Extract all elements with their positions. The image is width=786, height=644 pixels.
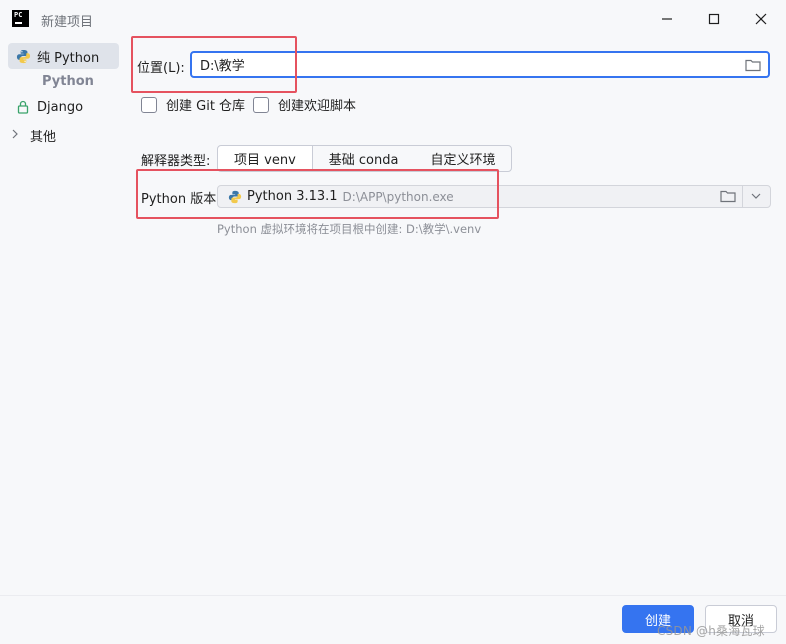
browse-folder-icon[interactable] <box>720 189 736 207</box>
sidebar-group-label: Python <box>42 74 94 89</box>
sidebar-item-pure-python[interactable]: 纯 Python <box>8 43 119 69</box>
minimize-icon <box>662 18 672 20</box>
maximize-icon <box>708 13 720 25</box>
pycharm-logo-icon: PC <box>12 10 29 27</box>
location-input[interactable] <box>200 57 730 72</box>
close-icon <box>755 13 767 25</box>
sidebar-item-label: 纯 Python <box>37 50 100 66</box>
maximize-button[interactable] <box>701 6 727 32</box>
python-version-label: Python 版本: <box>141 192 221 207</box>
chevron-down-icon[interactable] <box>750 190 762 206</box>
sidebar-item-label: Django <box>37 99 84 115</box>
checkbox-box[interactable] <box>253 96 269 113</box>
field-divider <box>742 186 743 207</box>
main-panel: 位置(L): 创建 Git 仓库 创建欢迎脚本 解释器类型: 项目 venv 基… <box>127 38 786 595</box>
sidebar-item-other[interactable]: 其他 <box>8 126 56 145</box>
project-type-sidebar: 纯 Python Python Django 其他 <box>0 38 127 595</box>
python-version-value: Python 3.13.1 <box>247 189 338 204</box>
location-label: 位置(L): <box>137 61 185 76</box>
csdn-watermark: CSDN @h桑海瓦球 <box>657 624 765 638</box>
create-git-repo-checkbox[interactable]: 创建 Git 仓库 <box>141 95 245 114</box>
python-icon <box>15 48 31 64</box>
sidebar-item-django[interactable]: Django <box>8 94 119 120</box>
window-title: 新建项目 <box>41 15 94 30</box>
checkbox-label: 创建欢迎脚本 <box>278 99 357 114</box>
interpreter-type-tabs: 项目 venv 基础 conda 自定义环境 <box>217 145 513 172</box>
checkbox-label: 创建 Git 仓库 <box>166 99 246 114</box>
tab-custom-environment[interactable]: 自定义环境 <box>414 146 511 171</box>
close-button[interactable] <box>748 6 774 32</box>
new-project-dialog: PC 新建项目 纯 Python Python Django 其他 位置(L):… <box>0 0 786 644</box>
python-path-value: D:\APP\python.exe <box>342 189 454 204</box>
sidebar-item-label: 其他 <box>30 130 57 145</box>
python-icon <box>228 190 242 204</box>
tab-base-conda[interactable]: 基础 conda <box>313 146 415 171</box>
location-field[interactable] <box>190 51 770 78</box>
browse-folder-icon[interactable] <box>745 58 761 76</box>
create-welcome-script-checkbox[interactable]: 创建欢迎脚本 <box>253 95 356 114</box>
python-version-select[interactable]: Python 3.13.1 D:\APP\python.exe <box>217 185 771 208</box>
django-icon <box>15 99 31 115</box>
venv-location-hint: Python 虚拟环境将在项目根中创建: D:\教学\.venv <box>217 222 482 236</box>
tab-project-venv[interactable]: 项目 venv <box>218 146 313 171</box>
minimize-button[interactable] <box>654 6 680 32</box>
title-bar: PC 新建项目 <box>0 0 786 38</box>
chevron-right-icon <box>8 129 22 142</box>
checkbox-box[interactable] <box>141 96 157 113</box>
interpreter-type-label: 解释器类型: <box>141 154 211 169</box>
